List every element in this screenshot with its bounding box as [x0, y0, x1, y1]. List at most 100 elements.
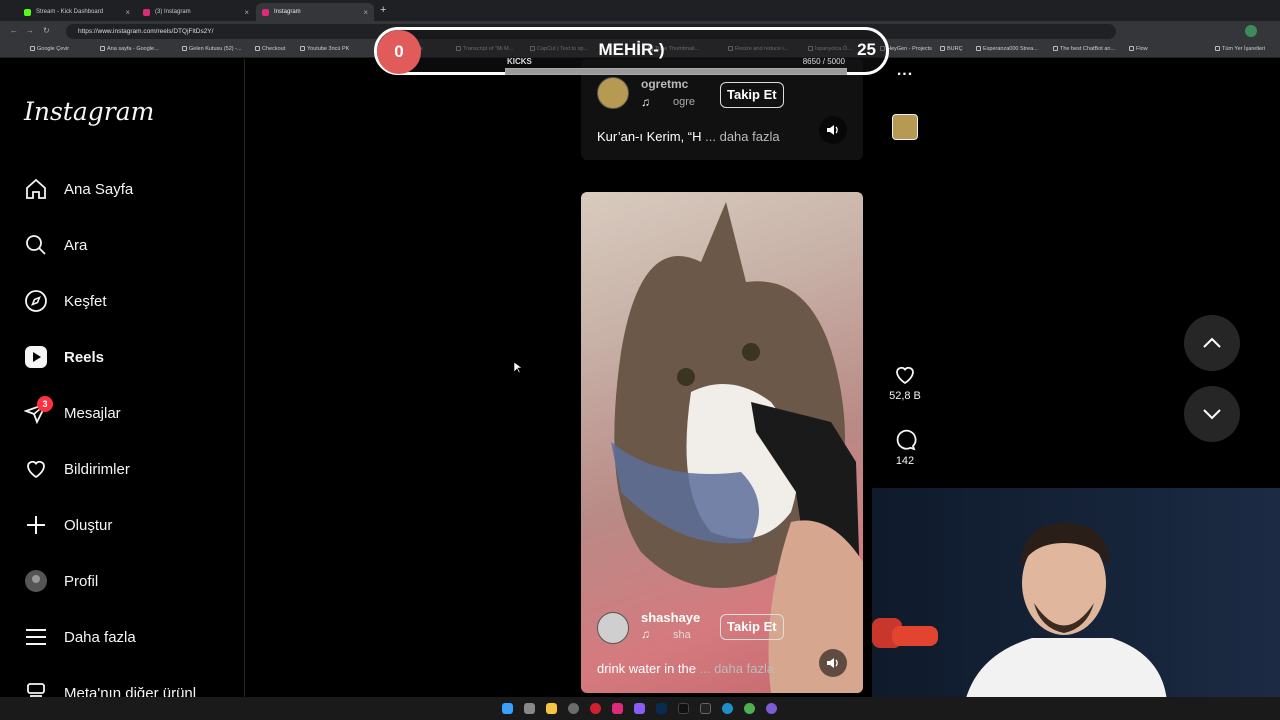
caption-more-link[interactable]: ... daha fazla [700, 661, 774, 676]
sidebar-item-profil[interactable]: Profil [24, 569, 98, 593]
opera-icon[interactable] [590, 703, 601, 714]
reel-caption: drink water in the ... daha fazla [597, 661, 774, 676]
bookmark-item[interactable]: Esperanza000 Strea... [976, 46, 1038, 52]
tab-instagram-active[interactable]: Instagram × [256, 3, 374, 21]
bookmark-item[interactable]: Tüm Yer İşaretleri [1215, 46, 1265, 52]
sidebar-item-label: Reels [64, 348, 105, 366]
like-button[interactable]: 52,8 B [888, 363, 922, 402]
mute-button[interactable] [819, 649, 847, 677]
bookmark-item[interactable]: Youtube 3ncü PK [300, 46, 349, 52]
sidebar-item-daha-fazla[interactable]: Daha fazla [24, 625, 136, 649]
close-icon[interactable]: × [125, 8, 130, 17]
sidebar-item-ke-fet[interactable]: Keşfet [24, 289, 107, 313]
sidebar: Instagram Ana Sayfa Ara Keşfet Reels 3 Mesajl… [0, 59, 245, 720]
bookmark-label: Youtube 3ncü PK [307, 46, 350, 52]
close-icon[interactable]: × [244, 8, 249, 17]
bookmark-item[interactable]: Gelen Kutusu (52) -... [182, 46, 242, 52]
instagram-icon [143, 8, 150, 16]
bookmark-item[interactable]: Checkout [255, 46, 285, 52]
sidebar-item-label: Profil [64, 572, 99, 590]
windows-start-icon[interactable] [502, 703, 513, 714]
instagram-taskbar-icon[interactable] [612, 703, 623, 714]
chrome-icon[interactable] [744, 703, 755, 714]
avatar[interactable] [597, 612, 629, 644]
more-options-button[interactable]: ... [888, 62, 922, 80]
bookmark-icon [255, 46, 260, 51]
music-note-icon: ♫ [641, 95, 650, 109]
messenger-icon: 3 [23, 396, 53, 425]
sidebar-item-olu-tur[interactable]: Oluştur [24, 513, 112, 537]
avatar[interactable] [597, 77, 629, 109]
app-icon[interactable] [568, 703, 579, 714]
sidebar-item-reels[interactable]: Reels [24, 345, 104, 369]
bookmark-icon [300, 46, 305, 51]
reload-icon[interactable]: ↻ [43, 26, 50, 35]
caption-text: Kur’an-ı Kerim, “H [597, 129, 702, 144]
sidebar-item-label: Oluştur [64, 516, 113, 534]
search-icon [24, 233, 48, 257]
reel-caption: Kur’an-ı Kerim, “H ... daha fazla [597, 129, 780, 144]
photoshop-icon[interactable] [656, 703, 667, 714]
bookmark-item[interactable]: Ana sayfa - Google... [100, 46, 159, 52]
tab-instagram-1[interactable]: (3) Instagram × [137, 3, 255, 21]
next-reel-button[interactable] [1184, 386, 1240, 442]
compass-icon [24, 289, 48, 313]
bookmark-label: Ana sayfa - Google... [107, 46, 159, 52]
new-tab-button[interactable]: + [380, 4, 386, 16]
caption-more-link[interactable]: ... daha fazla [705, 129, 779, 144]
chevron-up-icon [1203, 337, 1221, 348]
kicks-label: KICKS [507, 57, 532, 66]
kicks-goal-bar: KICKS 8650 / 5000 [505, 55, 847, 75]
bookmark-item[interactable]: Flow [1129, 46, 1148, 52]
follow-button[interactable]: Takip Et [720, 614, 784, 640]
sidebar-item-mesajlar[interactable]: 3 Mesajlar [23, 396, 121, 425]
bookmark-item[interactable]: The best ChatBot an... [1053, 46, 1115, 52]
notification-badge: 3 [37, 396, 53, 412]
file-explorer-icon[interactable] [546, 703, 557, 714]
sidebar-item-bildirimler[interactable]: Bildirimler [24, 457, 130, 481]
sidebar-item-ana-sayfa[interactable]: Ana Sayfa [24, 177, 133, 201]
bookmark-label: Esperanza000 Strea... [983, 46, 1038, 52]
task-view-icon[interactable] [524, 703, 535, 714]
reel-username[interactable]: ogretmc [641, 77, 688, 91]
messenger-taskbar-icon[interactable] [634, 703, 645, 714]
edge-icon[interactable] [722, 703, 733, 714]
comment-button[interactable]: 142 [888, 428, 922, 467]
kicks-track [505, 68, 847, 75]
back-icon[interactable]: ← [10, 26, 18, 35]
audio-thumbnail[interactable] [888, 114, 922, 140]
tiktok-icon[interactable] [678, 703, 689, 714]
avatar-icon [24, 569, 48, 593]
tab-title: Instagram [274, 9, 301, 15]
reel-username[interactable]: shashaye [641, 610, 700, 625]
comment-icon [896, 429, 917, 451]
sidebar-item-label: Keşfet [64, 292, 107, 310]
menu-icon [24, 625, 48, 649]
obs-icon[interactable] [766, 703, 777, 714]
caption-text: drink water in the [597, 661, 696, 676]
instagram-logo[interactable]: Instagram [24, 97, 154, 126]
bookmark-label: The best ChatBot an... [1060, 46, 1116, 52]
bookmark-label: BURÇ [947, 46, 963, 52]
mute-button[interactable] [819, 116, 847, 144]
reel-audio[interactable]: ogre [673, 96, 695, 108]
webcam-feed [872, 488, 1280, 720]
bookmark-item[interactable]: Google Çevir [30, 46, 69, 52]
bookmark-item[interactable]: BURÇ [940, 46, 963, 52]
bookmark-icon [976, 46, 981, 51]
tab-kick[interactable]: Stream - Kick Dashboard × [18, 3, 136, 21]
follow-button[interactable]: Takip Et [720, 82, 784, 108]
reel-card-current[interactable]: shashaye ♫ sha Takip Et drink water in t… [581, 192, 863, 693]
reel-audio[interactable]: sha [673, 629, 691, 641]
capcut-icon[interactable] [700, 703, 711, 714]
sidebar-item-ara[interactable]: Ara [24, 233, 87, 257]
tab-title: (3) Instagram [155, 9, 191, 15]
music-note-icon: ♫ [641, 627, 650, 641]
forward-icon[interactable]: → [26, 26, 34, 35]
bookmark-label: Checkout [262, 46, 286, 52]
close-icon[interactable]: × [363, 8, 368, 17]
bookmark-label: Tüm Yer İşaretleri [1222, 46, 1266, 52]
profile-avatar-icon[interactable] [1245, 25, 1257, 37]
sidebar-item-label: Mesajlar [64, 404, 121, 422]
previous-reel-button[interactable] [1184, 315, 1240, 371]
